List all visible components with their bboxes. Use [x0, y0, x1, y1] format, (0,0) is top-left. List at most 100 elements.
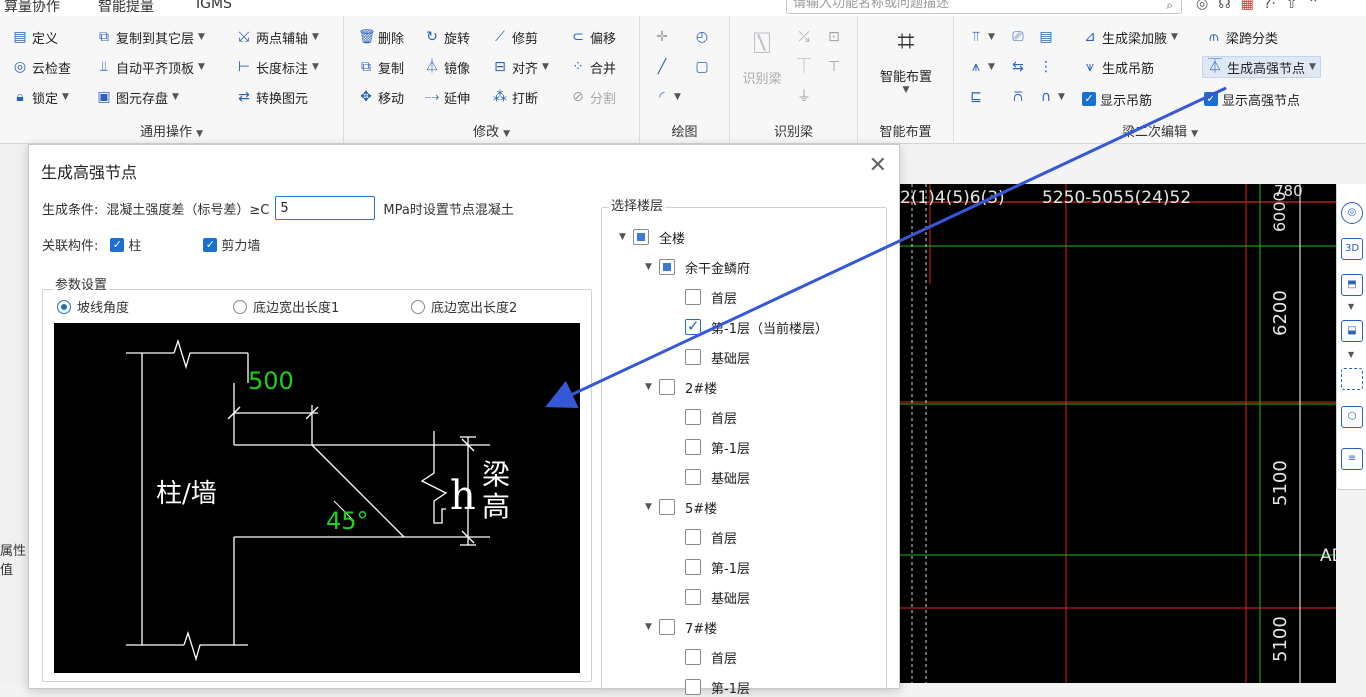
floor-tree-item[interactable]: 第-1层 [671, 557, 750, 577]
floor-tree-item[interactable]: 首层 [671, 407, 737, 427]
cube-icon[interactable]: ⬓ [1341, 320, 1363, 342]
column-checkbox[interactable]: ✓ [110, 237, 125, 252]
beam-span-classify-button[interactable]: ⫙ 梁跨分类 [1206, 26, 1278, 48]
floor-tree-item[interactable]: 首层 [671, 527, 737, 547]
floor-tree-item[interactable]: ▼ 余干金鳞府 [645, 257, 750, 277]
menu-collab[interactable]: 算量协作 [4, 0, 60, 16]
expand-chevron-icon[interactable]: ▼ [645, 382, 659, 392]
beam-tool-7-button[interactable]: ⊑ [968, 86, 984, 108]
floor-tree-item[interactable]: 基础层 [671, 467, 750, 487]
convert-element-button[interactable]: ⇄ 转换图元 [236, 86, 308, 108]
beam-tool-3-button[interactable]: ▤ [1038, 26, 1054, 48]
generate-high-strength-node-button[interactable]: ⏄ 生成高强节点 ▼ [1202, 56, 1321, 78]
floor-tree-item[interactable]: 基础层 [671, 347, 750, 367]
floor-tree-item[interactable]: ▼ 7#楼 [645, 617, 717, 637]
delete-button[interactable]: 🗑︎ 删除 [358, 26, 404, 48]
break-button[interactable]: ⁂ 打断 [492, 86, 538, 108]
floor-checkbox[interactable] [659, 499, 675, 515]
generate-haunch-button[interactable]: ⊿ 生成梁加腋 ▼ [1082, 26, 1178, 48]
floor-tree-item[interactable]: 首层 [671, 647, 737, 667]
recognize-beam-button[interactable]: ⍂ 识别梁 [734, 26, 790, 87]
floor-checkbox[interactable] [685, 289, 701, 305]
menu-igms[interactable]: IGMS [196, 0, 232, 12]
recognize-tool-1-button[interactable]: ⤰ [796, 26, 812, 48]
chevron-down-icon[interactable]: ▼ [1348, 302, 1354, 311]
floor-tree-item[interactable]: ▼ 2#楼 [645, 377, 717, 397]
floor-checkbox[interactable] [659, 259, 675, 275]
trim-button[interactable]: ⟋ 修剪 [492, 26, 538, 48]
draw-rotate-point-button[interactable]: ◴ [694, 26, 710, 48]
menu-smart-quantity[interactable]: 智能提量 [98, 0, 154, 16]
floor-checkbox[interactable] [685, 349, 701, 365]
beam-tool-1-button[interactable]: ⫪ ▼ [968, 26, 995, 48]
fit-view-icon[interactable] [1341, 368, 1363, 390]
floor-checkbox[interactable] [659, 379, 675, 395]
calendar-icon[interactable]: ▦ [1241, 0, 1254, 12]
draw-arc-button[interactable]: ◜ ▼ [654, 86, 681, 108]
recognize-tool-4-button[interactable]: ⊤ [826, 56, 842, 78]
expand-chevron-icon[interactable]: ▼ [645, 622, 659, 632]
floor-checkbox[interactable] [685, 649, 701, 665]
smart-layout-button[interactable]: ⌗ 智能布置 ▼ [864, 24, 948, 95]
expand-chevron-icon[interactable]: ▼ [645, 502, 659, 512]
floor-checkbox[interactable] [685, 439, 701, 455]
floor-tree-item[interactable]: ▼ 全楼 [619, 227, 685, 247]
recognize-tool-2-button[interactable]: ⊡ [826, 26, 842, 48]
length-dimension-button[interactable]: ⊢ 长度标注 ▼ [236, 56, 319, 78]
recognize-tool-3-button[interactable]: ⏉ [796, 56, 812, 78]
floor-checkbox[interactable] [685, 529, 701, 545]
recognize-tool-5-button[interactable]: ⏚ [796, 86, 812, 108]
show-high-strength-node-checkbox[interactable]: ✓ 显示高强节点 [1204, 88, 1300, 110]
floor-checkbox[interactable] [685, 679, 701, 695]
cad-canvas[interactable]: 2(1)4(5)6(3) 5250-5055(24)52 780 6000 62… [900, 184, 1336, 683]
element-save-button[interactable]: ▣ 图元存盘 ▼ [96, 86, 179, 108]
two-point-axis-button[interactable]: ⤩ 两点辅轴 ▼ [236, 26, 319, 48]
floor-tree-item[interactable]: ▼ 5#楼 [645, 497, 717, 517]
shear-wall-checkbox[interactable]: ✓ [203, 237, 218, 252]
collapse-icon[interactable]: ⌃ [1308, 0, 1320, 12]
component-view-icon[interactable]: ⬡ [1341, 406, 1363, 428]
beam-tool-8-button[interactable]: ⩃ [1010, 86, 1026, 108]
floor-checkbox[interactable] [685, 469, 701, 485]
floor-tree-item[interactable]: 第-1层 [671, 437, 750, 457]
chevron-down-icon[interactable]: ▼ [1348, 350, 1354, 359]
draw-point-button[interactable]: ✛ [654, 26, 670, 48]
headset-icon[interactable]: ☊ [1218, 0, 1230, 12]
move-button[interactable]: ✥ 移动 [358, 86, 404, 108]
split-button[interactable]: ⊘ 分割 [570, 86, 616, 108]
rotate-button[interactable]: ↻ 旋转 [424, 26, 470, 48]
function-search-input[interactable]: 请输入功能名称或问题描述 ⌕ [786, 0, 1182, 14]
floor-checkbox[interactable] [685, 409, 701, 425]
floor-tree-item[interactable]: 第-1层（当前楼层） [671, 317, 828, 337]
beam-tool-2-button[interactable]: ⎚ [1010, 26, 1026, 48]
beam-tool-4-button[interactable]: ⩚ ▼ [968, 56, 995, 78]
floor-checkbox[interactable] [685, 589, 701, 605]
help-icon[interactable]: ?· [1264, 0, 1276, 12]
extend-button[interactable]: ⤍ 延伸 [424, 86, 470, 108]
define-button[interactable]: ▤ 定义 [12, 26, 58, 48]
radio-slope-angle[interactable]: 坡线角度 [57, 297, 129, 316]
strength-diff-input[interactable] [275, 196, 376, 220]
generate-hanger-button[interactable]: ⩛ 生成吊筋 [1082, 56, 1154, 78]
orbit-icon[interactable]: ◎ [1341, 202, 1363, 224]
user-icon[interactable]: ◎ [1196, 0, 1208, 12]
merge-button[interactable]: ⁘ 合并 [570, 56, 616, 78]
draw-rectangle-button[interactable]: ▢ [694, 56, 710, 78]
cube-view-icon[interactable]: ⬒ [1341, 274, 1363, 296]
beam-tool-9-button[interactable]: ∩ ▼ [1038, 86, 1065, 108]
close-icon[interactable]: ✕ [869, 155, 887, 177]
search-icon[interactable]: ⌕ [1166, 0, 1173, 14]
properties-list-icon[interactable]: ≡ [1341, 448, 1363, 470]
auto-flush-slab-button[interactable]: ⫫ 自动平齐顶板 ▼ [96, 56, 205, 78]
floor-checkbox[interactable] [685, 317, 701, 335]
offset-button[interactable]: ⊂ 偏移 [570, 26, 616, 48]
pin-icon[interactable]: ⇧ [1286, 0, 1298, 12]
cloud-check-button[interactable]: ◎ 云检查 [12, 56, 71, 78]
expand-chevron-icon[interactable]: ▼ [619, 232, 633, 242]
draw-line-button[interactable]: ╱ [654, 56, 670, 78]
show-hanger-checkbox[interactable]: ✓ 显示吊筋 [1082, 88, 1152, 110]
lock-button[interactable]: 🔒︎ 锁定 ▼ [12, 86, 69, 108]
beam-tool-5-button[interactable]: ⇆ [1010, 56, 1026, 78]
floor-checkbox[interactable] [659, 619, 675, 635]
beam-tool-6-button[interactable]: ⋮ [1038, 56, 1054, 78]
